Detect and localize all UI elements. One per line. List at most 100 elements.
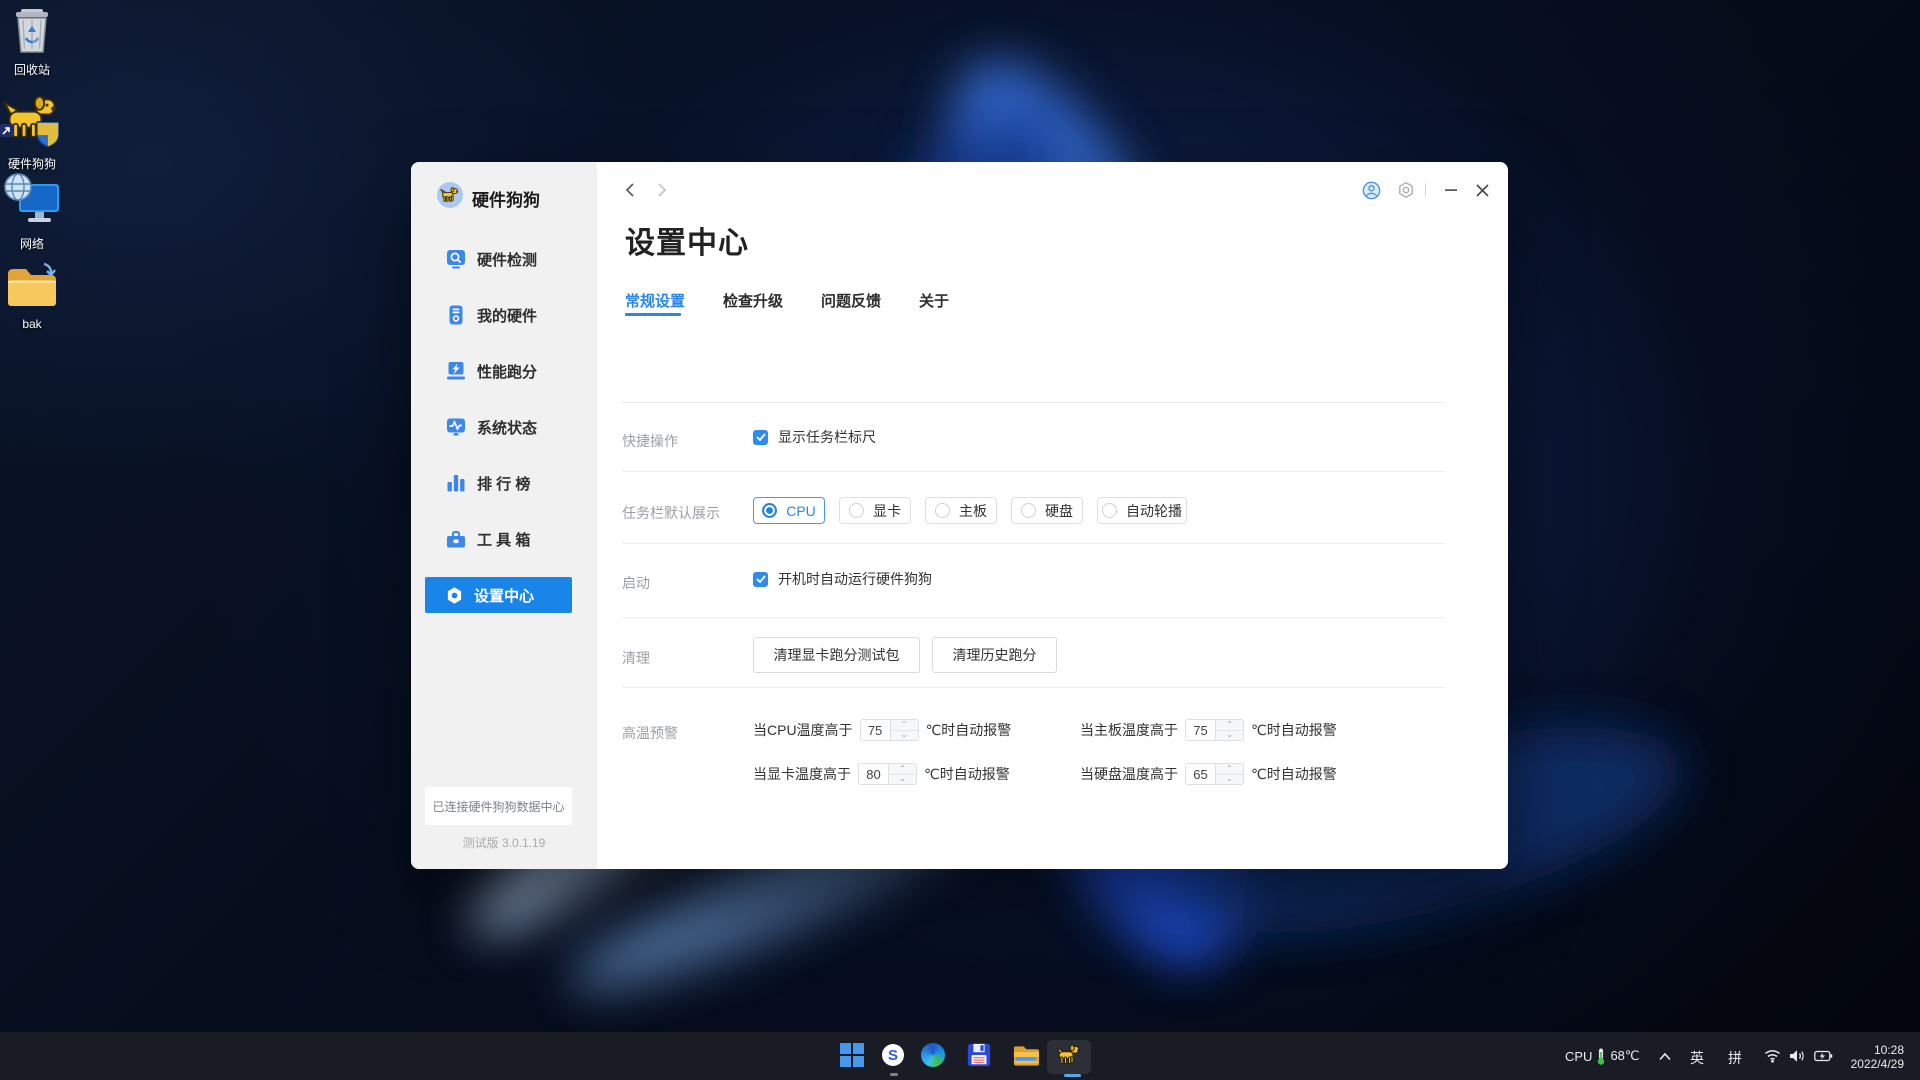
sidebar-item-benchmark[interactable]: 性能跑分 bbox=[425, 353, 572, 389]
spinner-buttons: ⌃ ⌄ bbox=[888, 764, 916, 784]
radio-option-disk[interactable]: 硬盘 bbox=[1011, 497, 1083, 524]
sidebar-item-label: 设置中心 bbox=[474, 585, 534, 606]
desktop-icon-network[interactable]: 网络 bbox=[0, 172, 70, 252]
wifi-icon bbox=[1764, 1049, 1781, 1063]
taskbar-app-edge[interactable] bbox=[920, 1042, 946, 1068]
cpu-tray-label: CPU bbox=[1565, 1049, 1592, 1064]
gear-icon bbox=[446, 587, 463, 604]
sidebar: 硬件狗狗 硬件检测 bbox=[411, 162, 597, 869]
temp-alert-disk: 当硬盘温度高于 ⌃ ⌄ ℃时自动报警 bbox=[1080, 763, 1337, 785]
sidebar-item-hardware-detect[interactable]: 硬件检测 bbox=[425, 241, 572, 277]
sidebar-item-settings[interactable]: 设置中心 bbox=[425, 577, 572, 613]
active-tab-underline bbox=[625, 313, 681, 316]
divider bbox=[622, 471, 1445, 472]
ime-english-indicator[interactable]: 英 bbox=[1690, 1048, 1704, 1068]
app-window: 硬件狗狗 硬件检测 bbox=[411, 162, 1508, 869]
taskbar-clock[interactable]: 10:28 2022/4/29 bbox=[1824, 1043, 1904, 1071]
cpu-temp-input[interactable] bbox=[861, 720, 890, 740]
clean-gpu-benchmark-button[interactable]: 清理显卡跑分测试包 bbox=[753, 637, 920, 673]
sidebar-item-toolbox[interactable]: 工 具 箱 bbox=[425, 521, 572, 557]
motherboard-temp-input[interactable] bbox=[1186, 720, 1215, 740]
desktop-icon-recycle-bin[interactable]: 回收站 bbox=[0, 8, 70, 78]
spinner-down-button[interactable]: ⌄ bbox=[1216, 731, 1243, 741]
tab-check-update[interactable]: 检查升级 bbox=[723, 290, 783, 319]
spinner-up-button[interactable]: ⌃ bbox=[1216, 764, 1243, 775]
sidebar-item-label: 工 具 箱 bbox=[477, 529, 530, 550]
row-label-clean: 清理 bbox=[622, 648, 650, 668]
radio-option-cpu[interactable]: CPU bbox=[753, 497, 825, 524]
alert-prefix: 当CPU温度高于 bbox=[753, 720, 853, 740]
settings-button[interactable] bbox=[1393, 177, 1419, 203]
desktop-icon-hardware-dog[interactable]: 硬件狗狗 bbox=[0, 94, 70, 172]
tray-date: 2022/4/29 bbox=[1824, 1057, 1904, 1071]
taskbar-app-floppy[interactable] bbox=[966, 1042, 992, 1068]
running-indicator bbox=[890, 1073, 898, 1076]
clean-buttons: 清理显卡跑分测试包 清理历史跑分 bbox=[753, 637, 1057, 673]
nav-back-button[interactable] bbox=[619, 179, 641, 201]
quick-ops-checkbox-row: 显示任务栏标尺 bbox=[753, 428, 876, 446]
minimize-button[interactable] bbox=[1438, 177, 1464, 203]
taskbar-app-hardware-dog[interactable] bbox=[1056, 1042, 1082, 1068]
row-label-taskbar-display: 任务栏默认展示 bbox=[622, 503, 720, 523]
spinner-down-button[interactable]: ⌄ bbox=[889, 775, 916, 785]
check-icon bbox=[756, 433, 766, 441]
alert-suffix: ℃时自动报警 bbox=[1251, 720, 1337, 740]
monitor-magnifier-icon bbox=[446, 249, 466, 269]
start-icon bbox=[840, 1043, 864, 1067]
spinner-up-button[interactable]: ⌃ bbox=[891, 720, 918, 731]
sidebar-item-my-hardware[interactable]: 我的硬件 bbox=[425, 297, 572, 333]
spinner-down-button[interactable]: ⌄ bbox=[891, 731, 918, 741]
app-name: 硬件狗狗 bbox=[472, 186, 540, 211]
app-logo bbox=[437, 182, 463, 208]
tab-about[interactable]: 关于 bbox=[919, 290, 949, 319]
tray-overflow-button[interactable] bbox=[1658, 1032, 1672, 1080]
alert-prefix: 当显卡温度高于 bbox=[753, 764, 851, 784]
row-label-temp-alert: 高温预警 bbox=[622, 723, 678, 743]
ime-pinyin-indicator[interactable]: 拼 bbox=[1728, 1048, 1742, 1068]
radio-option-auto-rotate[interactable]: 自动轮播 bbox=[1097, 497, 1187, 524]
radio-option-motherboard[interactable]: 主板 bbox=[925, 497, 997, 524]
gpu-temp-input[interactable] bbox=[859, 764, 888, 784]
spinner-up-button[interactable]: ⌃ bbox=[1216, 720, 1243, 731]
recycle-bin-icon bbox=[8, 8, 56, 54]
spinner-up-button[interactable]: ⌃ bbox=[889, 764, 916, 775]
bar-chart-icon bbox=[446, 473, 466, 493]
divider bbox=[622, 543, 1445, 544]
nav-forward-button[interactable] bbox=[651, 179, 673, 201]
toolbox-icon bbox=[446, 529, 466, 549]
chevron-left-icon bbox=[624, 182, 636, 198]
spinner-down-button[interactable]: ⌄ bbox=[1216, 775, 1243, 785]
radio-label: 主板 bbox=[959, 501, 987, 521]
radio-option-gpu[interactable]: 显卡 bbox=[839, 497, 911, 524]
row-label-startup: 启动 bbox=[622, 573, 650, 593]
radio-icon bbox=[762, 503, 777, 518]
close-button[interactable] bbox=[1469, 177, 1495, 203]
sidebar-item-label: 系统状态 bbox=[477, 417, 537, 438]
show-taskbar-ruler-checkbox[interactable] bbox=[753, 430, 768, 445]
taskbar-app-s[interactable]: S bbox=[880, 1042, 906, 1068]
temp-alert-gpu: 当显卡温度高于 ⌃ ⌄ ℃时自动报警 bbox=[753, 763, 1010, 785]
shortcut-arrow-icon bbox=[0, 124, 13, 137]
taskbar-app-explorer[interactable] bbox=[1013, 1042, 1039, 1068]
clean-history-button[interactable]: 清理历史跑分 bbox=[932, 637, 1057, 673]
desktop-icon-bak-folder[interactable]: bak bbox=[0, 260, 70, 331]
alert-prefix: 当主板温度高于 bbox=[1080, 720, 1178, 740]
radio-icon bbox=[1102, 503, 1117, 518]
folder-icon bbox=[1013, 1043, 1039, 1067]
disk-temp-spinner: ⌃ ⌄ bbox=[1185, 763, 1244, 785]
taskbar-display-options: CPU 显卡 主板 硬盘 自动轮播 bbox=[753, 497, 1187, 524]
page-title: 设置中心 bbox=[625, 218, 749, 262]
start-button[interactable] bbox=[839, 1042, 865, 1068]
tray-system-icons[interactable] bbox=[1764, 1032, 1833, 1080]
laptop-bolt-icon bbox=[446, 361, 466, 381]
account-button[interactable] bbox=[1358, 177, 1384, 203]
sidebar-item-ranking[interactable]: 排 行 榜 bbox=[425, 465, 572, 501]
tab-feedback[interactable]: 问题反馈 bbox=[821, 290, 881, 319]
desktop-icon-label: bak bbox=[0, 317, 70, 331]
checkbox-label: 显示任务栏标尺 bbox=[778, 427, 876, 447]
cpu-temp-tray-widget[interactable]: CPU 68℃ bbox=[1565, 1032, 1640, 1080]
disk-temp-input[interactable] bbox=[1186, 764, 1215, 784]
run-at-boot-checkbox[interactable] bbox=[753, 572, 768, 587]
floppy-icon bbox=[966, 1042, 992, 1068]
sidebar-item-system-status[interactable]: 系统状态 bbox=[425, 409, 572, 445]
